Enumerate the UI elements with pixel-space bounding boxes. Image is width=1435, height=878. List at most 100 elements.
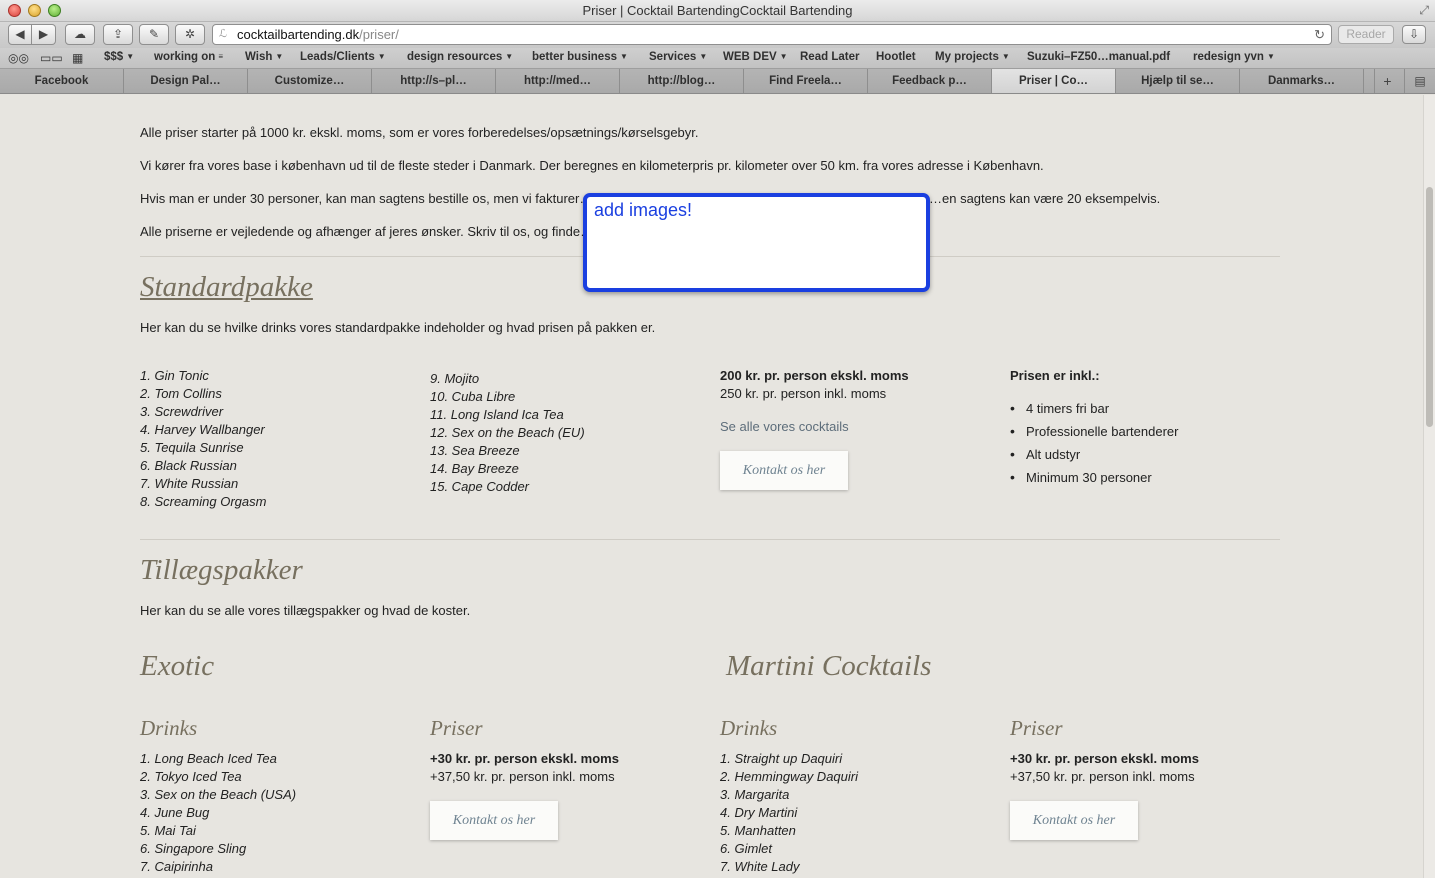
exotic-drink-item: 7. Caipirinha [140,859,213,874]
drink-list-item: 15. Cape Codder [430,479,530,494]
bookmark-item[interactable]: working on ≡ [154,51,223,63]
address-bar[interactable]: ℒ cocktailbartending.dk/priser/ ↻ [212,24,1332,45]
bookmark-item[interactable]: My projects ▼ [935,51,1010,63]
martini-drink-item: 3. Margarita [720,787,790,802]
drink-list-item: 1. Gin Tonic [140,368,209,383]
tab-overview-icon[interactable]: ▤ [1404,69,1435,93]
pin-button[interactable]: ✎ [139,24,169,45]
browser-tab[interactable]: Design Pal… [124,69,248,93]
bookmark-item[interactable]: Read Later [800,51,859,63]
share-icon: ⇪ [112,27,124,41]
extension-button[interactable]: ✲ [175,24,205,45]
cloud-icon: ☁ [74,27,86,41]
chevron-down-icon: ▼ [779,52,788,61]
martini-contact-button[interactable]: Kontakt os her [1010,801,1138,840]
bookmark-item[interactable]: redesign yvn ▼ [1193,51,1275,63]
bookmark-item[interactable]: better business ▼ [532,51,628,63]
exotic-drink-item: 5. Mai Tai [140,823,196,838]
bookmarks-book-icon[interactable]: ▭▭ [40,51,63,65]
chevron-down-icon: ▼ [505,52,514,61]
drink-list-item: 7. White Russian [140,476,239,491]
chevron-down-icon: ≡ [218,52,224,61]
bookmark-label: $$$ [104,51,124,63]
bookmark-item[interactable]: Leads/Clients ▼ [300,51,386,63]
exotic-price-excl: +30 kr. pr. person ekskl. moms [430,751,619,766]
pin-icon: ✎ [148,27,160,41]
window-titlebar: Priser | Cocktail BartendingCocktail Bar… [0,0,1435,22]
drink-list-item: 8. Screaming Orgasm [140,494,267,509]
reload-icon[interactable]: ↻ [1314,25,1325,44]
vertical-scrollbar[interactable] [1423,95,1435,878]
url-path: /priser/ [359,27,399,42]
exotic-drink-item: 6. Singapore Sling [140,841,247,856]
bookmark-item[interactable]: WEB DEV ▼ [723,51,788,63]
share-button[interactable]: ⇪ [103,24,133,45]
chevron-down-icon: ▼ [377,52,386,61]
bookmark-label: WEB DEV [723,51,777,63]
see-all-cocktails-link[interactable]: Se alle vores cocktails [720,419,849,434]
bookmarks-bar: ◎◎ ▭▭ ▦ $$$ ▼ working on ≡ Wish ▼ Leads/Client… [0,48,1435,69]
note-text: add images! [594,200,693,220]
forward-arrow-icon: ▶ [38,27,49,41]
chevron-down-icon: ▼ [620,52,628,61]
scrollbar-thumb[interactable] [1426,187,1433,427]
downloads-button[interactable]: ⇩ [1402,25,1426,44]
exotic-price-incl: +37,50 kr. pr. person inkl. moms [430,769,615,784]
bookmark-item[interactable]: Services ▼ [649,51,707,63]
exotic-prices-label: Priser [430,716,483,740]
browser-tab[interactable]: Feedback p… [868,69,992,93]
intro-paragraph-3: Hvis man er under 30 personer, kan man s… [140,191,593,206]
drink-list-item: 12. Sex on the Beach (EU) [430,425,585,440]
standard-price-excl: 200 kr. pr. person ekskl. moms [720,368,909,383]
chevron-down-icon: ▼ [1266,52,1275,61]
martini-heading: Martini Cocktails [726,650,932,682]
martini-drinks-label: Drinks [720,716,778,740]
sticky-note-annotation[interactable]: add images! [583,193,930,292]
top-sites-grid-icon[interactable]: ▦ [72,51,83,65]
bookmark-label: Services [649,51,697,63]
browser-tab[interactable]: Facebook [0,69,124,93]
tillaegspakker-description: Her kan du se alle vores tillægspakker o… [140,603,471,618]
bookmark-item[interactable]: $$$ ▼ [104,51,134,63]
browser-tab[interactable]: Hjælp til se… [1116,69,1240,93]
reader-button[interactable]: Reader [1338,25,1394,44]
bookmark-item[interactable]: Wish ▼ [245,51,283,63]
exotic-contact-button[interactable]: Kontakt os her [430,801,558,840]
bookmark-label: My projects [935,51,999,63]
browser-tab[interactable]: http://med… [496,69,620,93]
standard-contact-button[interactable]: Kontakt os her [720,451,848,490]
exotic-drink-item: 1. Long Beach Iced Tea [140,751,277,766]
included-list-item: Alt udstyr [1010,446,1080,462]
bookmark-label: redesign yvn [1193,51,1264,63]
intro-paragraph-4: Alle priserne er vejledende og afhænger … [140,224,594,239]
intro-paragraph-3-end: …en sagtens kan være 20 eksempelvis. [929,191,1161,206]
tab-bar: Facebook Design Pal… Customize… http://s–pl… [0,69,1435,94]
martini-drink-item: 7. White Lady [720,859,800,874]
standardpakke-heading[interactable]: Standardpakke [140,271,313,304]
bookmark-item[interactable]: Suzuki–FZ50…manual.pdf [1027,51,1170,63]
standard-price-incl: 250 kr. pr. person inkl. moms [720,386,887,401]
browser-tab[interactable]: http://blog… [620,69,744,93]
icloud-tabs-button[interactable]: ☁ [65,24,95,45]
back-button[interactable]: ◀ [8,24,32,45]
fullscreen-icon[interactable]: ⤢ [1419,3,1429,18]
browser-tab[interactable]: Customize… [248,69,372,93]
browser-tab[interactable]: Danmarks… [1240,69,1364,93]
reading-list-icon[interactable]: ◎◎ [8,51,29,65]
bookmark-item[interactable]: design resources ▼ [407,51,513,63]
drink-list-item: 5. Tequila Sunrise [140,440,244,455]
included-list-item: Professionelle bartenderer [1010,423,1179,439]
martini-price-excl: +30 kr. pr. person ekskl. moms [1010,751,1199,766]
bookmark-item[interactable]: Hootlet [876,51,916,63]
standardpakke-description: Her kan du se hvilke drinks vores standa… [140,320,656,335]
bookmark-label: design resources [407,51,503,63]
browser-tab[interactable]: Find Freela… [744,69,868,93]
exotic-drinks-label: Drinks [140,716,198,740]
browser-tab[interactable]: http://s–pl… [372,69,496,93]
drink-list-item: 13. Sea Breeze [430,443,520,458]
chevron-down-icon: ▼ [1001,52,1010,61]
forward-button[interactable]: ▶ [32,24,56,45]
chevron-down-icon: ▼ [126,52,135,61]
browser-tab[interactable]: Priser | Co… [992,69,1116,93]
new-tab-icon[interactable]: + [1374,69,1400,93]
